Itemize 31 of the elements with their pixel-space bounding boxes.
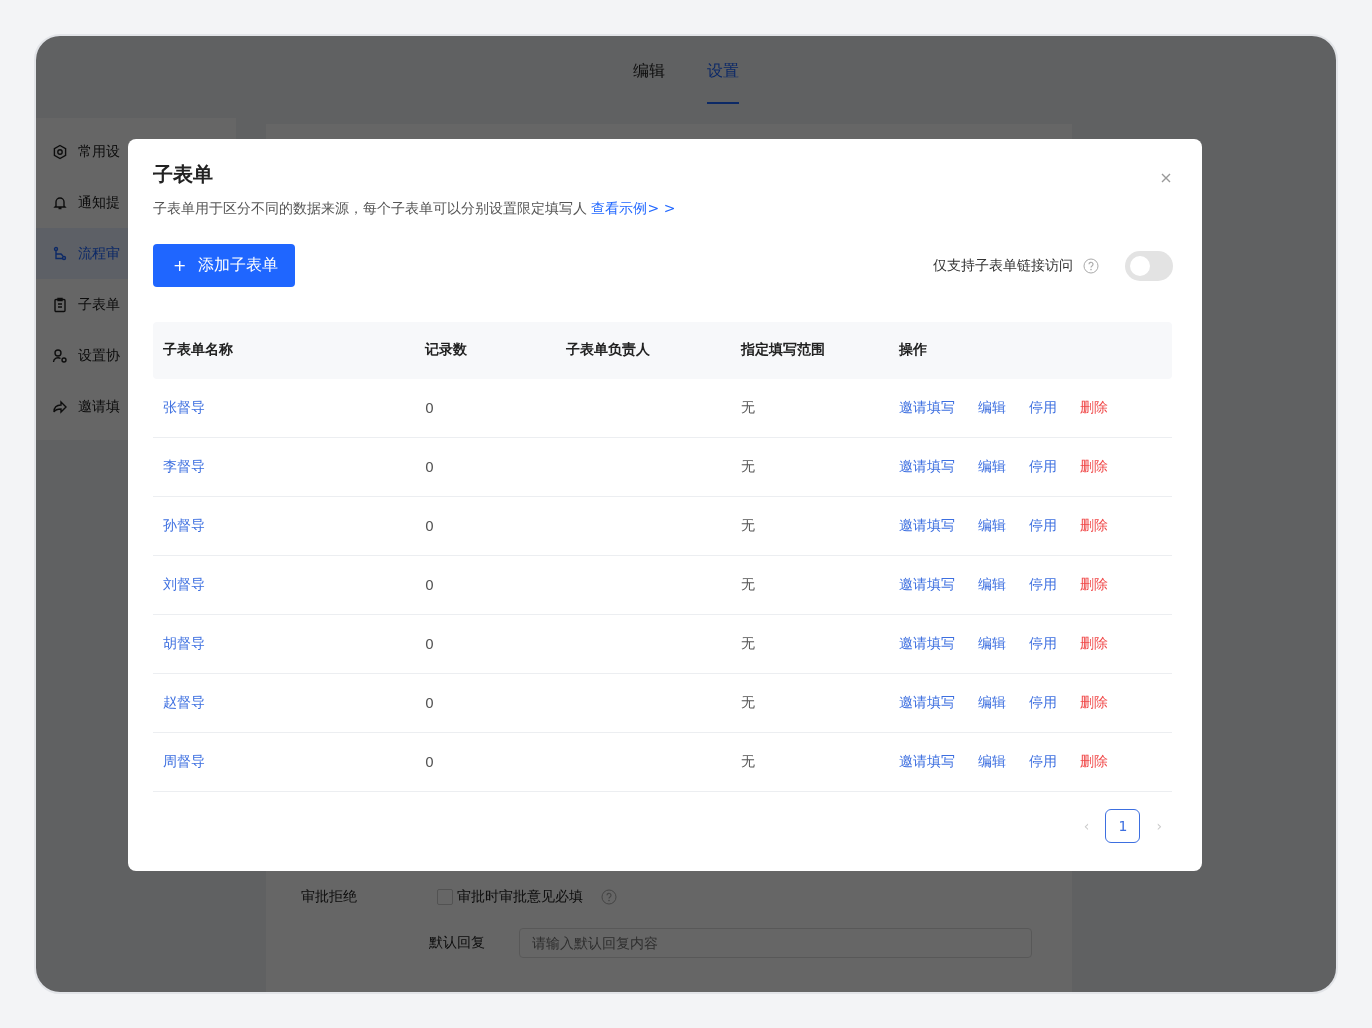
column-header: 记录数 [425, 341, 468, 359]
table-cell-text: 0 [425, 636, 435, 652]
sidebar-label: 邀请填 [78, 397, 120, 416]
checkbox-label: 审批时审批意见必填 [457, 888, 583, 906]
table-cell-text: 无 [741, 458, 756, 476]
column-header: 指定填写范围 [741, 341, 826, 359]
dialog-title: 子表单 [153, 161, 213, 188]
table-cell-text: 0 [425, 400, 435, 416]
column-header: 操作 [899, 341, 928, 359]
table-cell-text: 无 [741, 635, 756, 653]
sidebar-label: 设置协 [78, 346, 120, 365]
sidebar-label: 子表单 [78, 295, 120, 314]
table-cell-text: 0 [425, 754, 435, 770]
table-cell-text: 0 [425, 695, 435, 711]
table-cell-text: 无 [741, 694, 756, 712]
sidebar-label: 流程审 [78, 244, 120, 263]
table-cell-text: 0 [425, 459, 435, 475]
column-header: 子表单名称 [163, 341, 234, 359]
table-cell-text: 0 [425, 518, 435, 534]
column-header: 子表单负责人 [566, 341, 651, 359]
sidebar-label: 通知提 [78, 193, 120, 212]
toggle-label: 仅支持子表单链接访问 [933, 256, 1073, 275]
sidebar-label: 常用设 [78, 142, 120, 161]
table-cell-text: 0 [425, 577, 435, 593]
table-cell-text: 无 [741, 399, 756, 417]
field-label: 审批拒绝 [301, 888, 358, 906]
field-label: 默认回复 [429, 934, 485, 952]
table-cell-text: 无 [741, 753, 756, 771]
table-cell-text: 无 [741, 576, 756, 594]
dialog-description: 子表单用于区分不同的数据来源，每个子表单可以分别设置限定填写人 查看示例> > [153, 200, 677, 218]
table-cell-text: 无 [741, 517, 756, 535]
